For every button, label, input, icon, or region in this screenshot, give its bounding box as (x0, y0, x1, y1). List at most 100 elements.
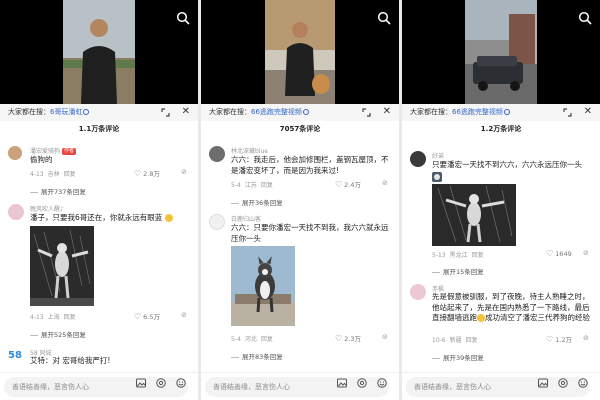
search-icon[interactable] (377, 11, 391, 25)
comment-date: 4-13 (30, 171, 44, 178)
comment-meta: 10-6 新疆 回复 (432, 335, 482, 344)
reply-button[interactable]: 回复 (472, 252, 484, 259)
comment-location: 吉林 (47, 171, 60, 178)
comment-text: 先是假意被驯服，到了夜晚，待主人熟睡之时，他站起来了，先是在国内熟悉了一下路线，… (432, 292, 590, 322)
avatar[interactable] (8, 146, 22, 160)
avatar[interactable] (410, 284, 426, 300)
search-icon[interactable] (578, 11, 592, 25)
comment-input-bar: 善语结善缘，恶言伤人心 (0, 372, 198, 400)
like-count: 2.8万 (143, 170, 161, 178)
video-player[interactable] (402, 0, 600, 104)
expand-replies-button[interactable]: 展开36条回复 (231, 197, 283, 207)
avatar-58-logo[interactable]: 58 (8, 348, 24, 364)
expand-icon[interactable] (161, 108, 170, 117)
comment-image[interactable] (432, 184, 516, 246)
close-icon[interactable]: ✕ (584, 107, 592, 117)
search-icon[interactable] (176, 11, 190, 25)
comment-location: 黑龙江 (449, 252, 468, 259)
comment-count: 1.1万条评论 (78, 125, 120, 133)
comment-username[interactable]: 白鹿归山客 (231, 214, 261, 223)
video-frame (265, 0, 335, 104)
expand-icon[interactable] (362, 108, 371, 117)
reply-button[interactable]: 回复 (64, 171, 76, 178)
comment-username[interactable]: 晚风吹人醒♪ (30, 204, 64, 213)
comment-count: 1.2万条评论 (480, 125, 522, 133)
comment-date: 4-13 (30, 314, 44, 321)
avatar[interactable] (209, 214, 225, 230)
image-icon[interactable] (136, 378, 146, 388)
expand-replies-button[interactable]: 展开39条回复 (432, 352, 484, 362)
search-term-link[interactable]: 6哥玩潘虹 (50, 108, 82, 116)
at-icon[interactable] (357, 378, 367, 388)
heart-icon: ♡ (335, 334, 343, 343)
at-icon[interactable] (156, 378, 166, 388)
at-icon[interactable] (558, 378, 568, 388)
video-frame (63, 0, 135, 104)
like-button[interactable]: ♡ 1649 (546, 249, 572, 258)
trending-search-bar[interactable]: 大家都在搜：66逃跑完整视频 ✕ (201, 104, 399, 121)
thumbs-down-icon[interactable]: ⊘ (583, 249, 589, 257)
image-icon[interactable] (337, 378, 347, 388)
emoji-icon[interactable] (377, 378, 387, 388)
comment-text: 六六：我走后，他会加修围栏，盖钢瓦屋顶，不是潘宏变坏了，而是因为我来过! (231, 155, 389, 175)
thumbs-down-icon[interactable]: ⊘ (583, 334, 589, 342)
comment-meta: 4-13 上海 回复 (30, 312, 80, 321)
heart-icon: ♡ (335, 180, 343, 189)
like-count: 6.5万 (143, 313, 161, 321)
comment-input-bar: 善语结善缘，恶言伤人心 (402, 372, 600, 400)
comment-image[interactable] (30, 226, 94, 306)
comment-text: 六六：只要你潘宏一天找不到我，我六六就永远压你一头 (231, 223, 389, 243)
like-count: 1.2万 (555, 336, 573, 344)
thumbs-down-icon[interactable]: ⊘ (382, 333, 388, 341)
like-button[interactable]: ♡ 2.8万 (134, 168, 160, 178)
avatar[interactable] (8, 204, 24, 220)
comment-username[interactable]: 好弟 (432, 151, 444, 160)
input-placeholder: 善语结善缘，恶言伤人心 (414, 383, 491, 391)
avatar[interactable] (410, 151, 426, 167)
like-button[interactable]: ♡ 6.5万 (134, 311, 160, 321)
search-prefix: 大家都在搜： (410, 108, 452, 116)
like-button[interactable]: ♡ 2.4万 (335, 179, 361, 189)
reply-button[interactable]: 回复 (261, 182, 273, 189)
expand-replies-button[interactable]: 展开737条回复 (30, 186, 86, 196)
expand-icon[interactable] (563, 108, 572, 117)
video-frame (465, 0, 537, 104)
comment-image[interactable] (231, 246, 295, 326)
reply-button[interactable]: 回复 (466, 337, 478, 344)
trending-search-bar[interactable]: 大家都在搜：66逃跑完整视频 ✕ (402, 104, 600, 121)
video-player[interactable] (0, 0, 198, 104)
comment-panel-1: 大家都在搜：6哥玩潘虹 ✕ 1.1万条评论 潘宏爱骑狗 作者 偷狗的 4-13 吉林… (0, 0, 198, 400)
like-count: 2.3万 (344, 335, 362, 343)
comment-location: 新疆 (449, 337, 462, 344)
input-placeholder: 善语结善缘，恶言伤人心 (213, 383, 290, 391)
search-prefix: 大家都在搜： (8, 108, 50, 116)
image-icon[interactable] (538, 378, 548, 388)
thumbs-down-icon[interactable]: ⊘ (382, 179, 388, 187)
expand-replies-button[interactable]: 展开525条回复 (30, 329, 86, 339)
thumbs-down-icon[interactable]: ⊘ (181, 311, 187, 319)
search-term-link[interactable]: 66逃跑完整视频 (251, 108, 302, 116)
trending-search-bar[interactable]: 大家都在搜：6哥玩潘虹 ✕ (0, 104, 198, 121)
comment-meta: 4-13 吉林 回复 (30, 169, 80, 178)
heart-icon: ♡ (134, 169, 142, 178)
emoji-icon[interactable] (176, 378, 186, 388)
reply-button[interactable]: 回复 (261, 336, 273, 343)
close-icon[interactable]: ✕ (383, 107, 391, 117)
search-lens-icon (83, 109, 90, 115)
close-icon[interactable]: ✕ (182, 107, 190, 117)
emoji-icon[interactable] (578, 378, 588, 388)
thumbs-down-icon[interactable]: ⊘ (181, 168, 187, 176)
reply-button[interactable]: 回复 (64, 314, 76, 321)
search-lens-icon (302, 109, 309, 115)
avatar[interactable] (209, 146, 225, 162)
expand-replies-button[interactable]: 展开83条回复 (231, 351, 283, 361)
video-player[interactable] (201, 0, 399, 104)
expand-replies-button[interactable]: 展开15条回复 (432, 266, 484, 276)
search-term-link[interactable]: 66逃跑完整视频 (452, 108, 503, 116)
comment-username[interactable]: 林北深藏blue (231, 146, 268, 155)
like-button[interactable]: ♡ 1.2万 (546, 334, 572, 344)
like-button[interactable]: ♡ 2.3万 (335, 333, 361, 343)
comment-username[interactable]: 潘宏爱骑狗 作者 (30, 146, 77, 155)
search-prefix: 大家都在搜： (209, 108, 251, 116)
comment-date: 5-13 (432, 252, 446, 259)
